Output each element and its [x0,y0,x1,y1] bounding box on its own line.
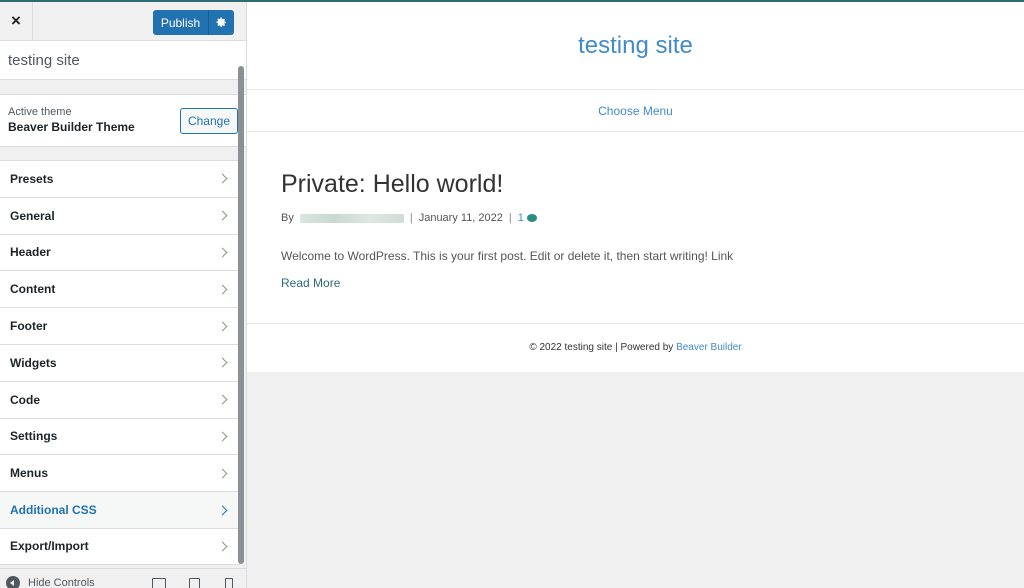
collapse-icon [6,576,20,588]
chevron-right-icon [217,210,228,221]
sidebar-header: × Publish [0,2,246,41]
post-title[interactable]: Private: Hello world! [281,170,503,199]
gear-icon [216,17,226,27]
comment-count: 1 [517,212,524,224]
chevron-right-icon [217,357,228,368]
mobile-preview-icon[interactable] [225,578,233,588]
meta-separator: | [409,212,413,224]
menu-item-header[interactable]: Header [0,233,240,271]
footer-credit-link[interactable]: Beaver Builder [676,342,742,353]
publish-button[interactable]: Publish [153,10,208,35]
customizer-sidebar: × Publish testing site Active theme Beav… [0,0,247,588]
meta-separator: | [508,212,512,224]
post-date: January 11, 2022 [418,212,503,224]
menu-item-widgets[interactable]: Widgets [0,343,240,381]
publish-settings-button[interactable] [208,10,234,35]
publish-group: Publish [153,10,234,35]
comments-link[interactable]: 1 [518,212,537,224]
chevron-right-icon [217,284,228,295]
menu-item-label: Content [10,282,56,297]
preview-site-title[interactable]: testing site [247,32,1024,60]
preview-post: Private: Hello world! By | January 11, 2… [247,132,1024,324]
hide-controls-button[interactable]: Hide Controls [6,576,95,588]
post-meta: By | January 11, 2022 | 1 [281,212,537,224]
chevron-right-icon [217,505,228,516]
footer-text: © 2022 testing site | Powered by [529,342,677,353]
menu-item-label: Presets [10,171,54,186]
post-by-label: By [281,212,294,224]
menu-item-label: Settings [10,429,58,444]
read-more-link[interactable]: Read More [281,276,340,290]
sidebar-footer: Hide Controls [0,568,246,588]
preview-footer: © 2022 testing site | Powered by Beaver … [247,324,1024,372]
chevron-right-icon [217,394,228,405]
menu-item-export-import[interactable]: Export/Import [0,527,240,565]
menu-item-label: Header [10,245,51,260]
chevron-right-icon [217,247,228,258]
menu-item-label: Footer [10,319,48,334]
menu-item-general[interactable]: General [0,196,240,234]
menu-item-menus[interactable]: Menus [0,454,240,492]
menu-item-label: Code [10,392,40,407]
top-accent-line [0,0,1024,2]
change-theme-button[interactable]: Change [180,108,238,134]
menu-item-label: Additional CSS [10,503,97,518]
chevron-right-icon [217,173,228,184]
chevron-right-icon [217,431,228,442]
menu-item-content[interactable]: Content [0,270,240,308]
post-author-blurred [299,213,404,223]
menu-item-label: Menus [10,466,49,481]
site-preview: testing site Choose Menu Private: Hello … [247,2,1024,588]
post-excerpt: Welcome to WordPress. This is your first… [281,249,734,263]
active-theme-label: Active theme [8,106,72,118]
menu-item-settings[interactable]: Settings [0,417,240,455]
menu-item-label: Export/Import [10,539,89,554]
active-theme-panel: Active theme Beaver Builder Theme Change [0,94,246,147]
preview-header: testing site [247,2,1024,90]
footer-copyright: © 2022 testing site | Powered by Beaver … [247,342,1024,353]
menu-item-label: Widgets [10,355,57,370]
choose-menu-link[interactable]: Choose Menu [247,104,1024,118]
site-name-label: testing site [0,41,246,80]
comment-bubble-icon [526,214,537,222]
chevron-right-icon [217,468,228,479]
menu-item-code[interactable]: Code [0,380,240,418]
menu-item-additional-css[interactable]: Additional CSS [0,491,240,528]
sidebar-scrollbar[interactable] [238,66,244,564]
preview-nav: Choose Menu [247,90,1024,132]
desktop-preview-icon[interactable] [152,578,166,588]
hide-controls-label: Hide Controls [28,577,95,588]
menu-item-presets[interactable]: Presets [0,160,240,197]
tablet-preview-icon[interactable] [189,578,200,588]
active-theme-name: Beaver Builder Theme [8,120,135,134]
menu-item-label: General [10,208,55,223]
chevron-right-icon [217,541,228,552]
menu-item-footer[interactable]: Footer [0,307,240,344]
customizer-menu: Presets General Header Content Footer Wi… [0,160,240,565]
close-icon[interactable]: × [0,2,33,40]
chevron-right-icon [217,321,228,332]
